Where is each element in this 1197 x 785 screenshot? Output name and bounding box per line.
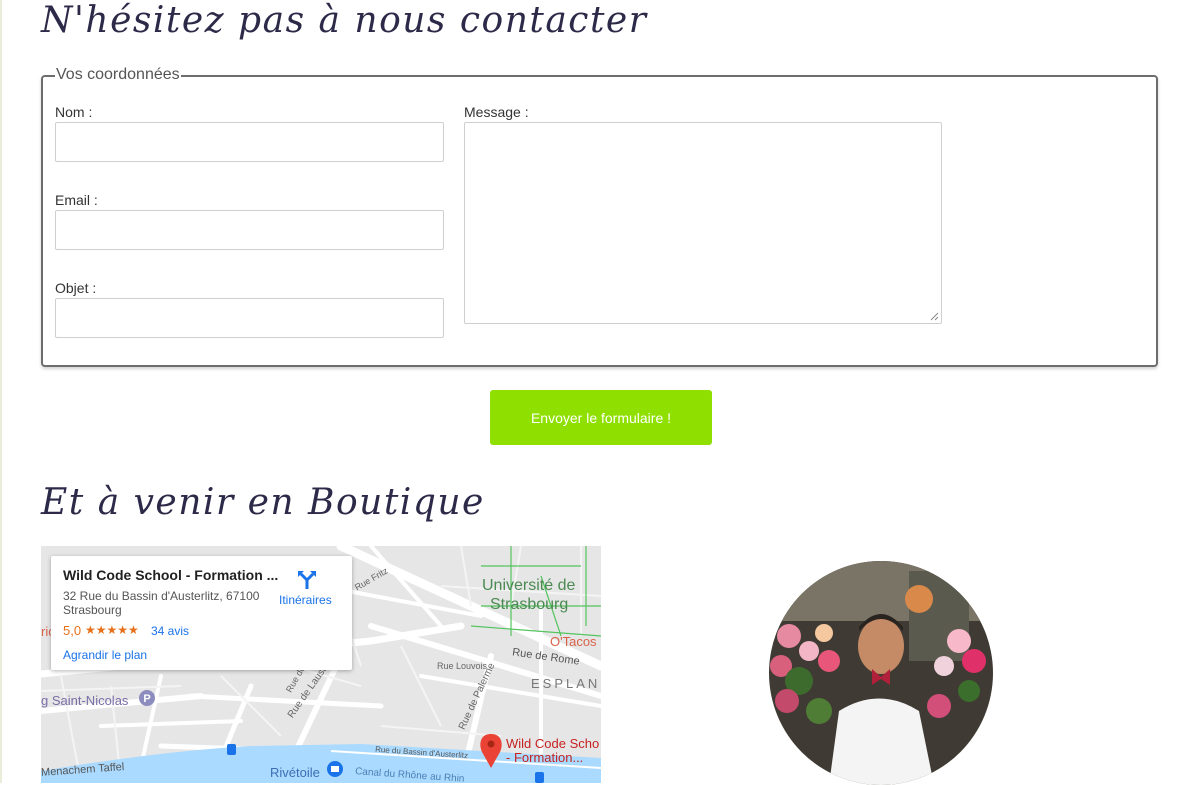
email-input[interactable] [55, 210, 444, 250]
nom-input[interactable] [55, 122, 444, 162]
map-label-rivetoile: Rivétoile [270, 765, 320, 780]
place-address-line2: Strasbourg [63, 603, 122, 617]
map-place-card: Wild Code School - Formation ... 32 Rue … [51, 556, 352, 670]
objet-input[interactable] [55, 298, 444, 338]
place-stars-icon: ★★★★★ [85, 623, 139, 637]
map-pin-label-1: Wild Code Scho [506, 736, 600, 751]
message-textarea[interactable] [464, 122, 942, 324]
enlarge-map-link[interactable]: Agrandir le plan [63, 648, 147, 662]
place-name: Wild Code School - Formation ... [63, 567, 279, 583]
map-label-rue-louvois: Rue Louvois [437, 661, 488, 671]
map-pin-label-2: - Formation... [506, 750, 584, 765]
directions-icon[interactable] [296, 568, 318, 590]
map-label-universite-2: Strasbourg [490, 596, 569, 613]
map-label-saint-nicolas: g Saint-Nicolas [41, 693, 129, 708]
nom-label: Nom : [55, 104, 93, 120]
place-address-line1: 32 Rue du Bassin d'Austerlitz, 67100 [63, 589, 260, 603]
place-reviews-link[interactable]: 34 avis [151, 624, 189, 638]
submit-button[interactable]: Envoyer le formulaire ! [490, 390, 712, 445]
map-label-esplan: ESPLAN [531, 676, 601, 691]
message-label: Message : [464, 104, 529, 120]
map-label-otacos: O'Tacos [550, 634, 597, 649]
map-label-universite-1: Université de [482, 577, 576, 594]
fieldset-legend: Vos coordonnées [55, 66, 181, 84]
contact-title: N'hésitez pas à nous contacter [41, 0, 648, 41]
resize-handle-icon[interactable] [929, 311, 939, 321]
place-rating: 5,0 [63, 623, 82, 638]
svg-text:P: P [143, 693, 150, 705]
shop-owner-photo [769, 561, 993, 785]
shop-title: Et à venir en Boutique [41, 482, 485, 523]
email-label: Email : [55, 192, 98, 208]
page-left-border [0, 0, 2, 783]
google-map[interactable]: P Université de Strasbourg O'Tacos Rue d… [41, 546, 601, 783]
objet-label: Objet : [55, 280, 97, 296]
directions-link[interactable]: Itinéraires [279, 593, 332, 607]
